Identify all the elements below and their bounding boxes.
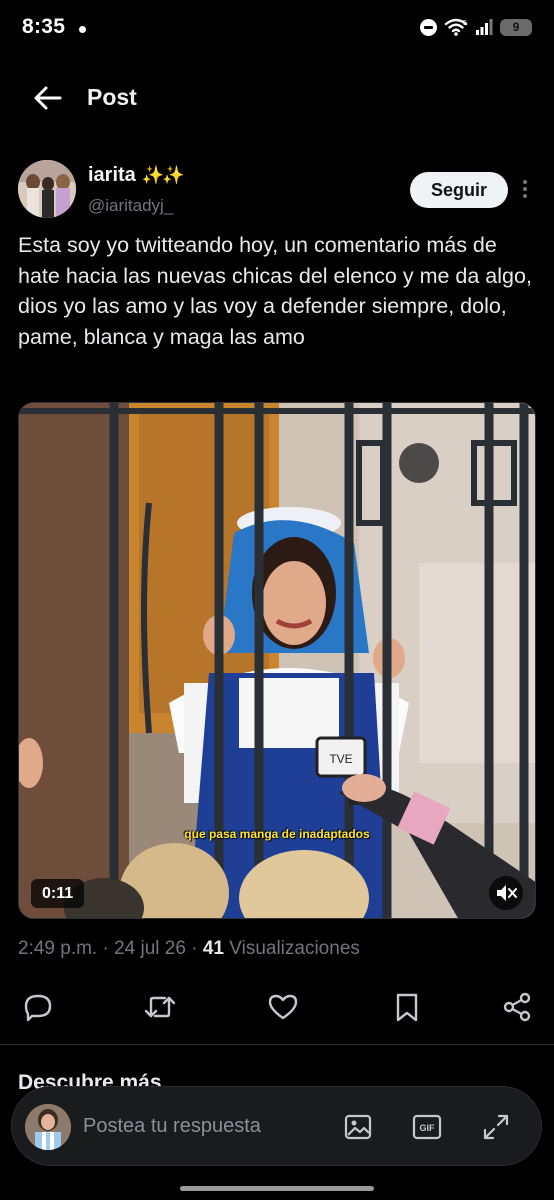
- post-actions: [0, 986, 554, 1028]
- arrow-left-icon: [34, 86, 62, 110]
- divider: [0, 1044, 554, 1045]
- post-text: Esta soy yo twitteando hoy, un comentari…: [18, 233, 532, 349]
- author-name-row[interactable]: iarita ✨✨: [88, 164, 185, 187]
- svg-text:5: 5: [463, 20, 467, 27]
- share-button[interactable]: [501, 990, 535, 1024]
- mute-button[interactable]: [489, 876, 523, 910]
- page-title: Post: [87, 84, 137, 110]
- reply-button[interactable]: [21, 990, 55, 1024]
- author-handle[interactable]: @iaritadyj_: [88, 196, 173, 216]
- meta-separator: ·: [191, 938, 198, 959]
- add-image-button[interactable]: [342, 1111, 374, 1143]
- views-count: 41: [202, 938, 224, 959]
- avatar-image: [18, 160, 76, 218]
- repost-button[interactable]: [142, 990, 176, 1024]
- wifi-icon: 5: [444, 18, 468, 36]
- notification-dot: [79, 26, 86, 33]
- more-options-icon[interactable]: [515, 178, 535, 204]
- bookmark-icon: [396, 993, 418, 1022]
- user-avatar-image: [25, 1104, 71, 1150]
- post-time: 2:49 p.m.: [18, 938, 98, 959]
- svg-text:GIF: GIF: [420, 1123, 436, 1133]
- status-icons: 5 9: [420, 17, 532, 37]
- image-icon: [344, 1114, 372, 1140]
- add-gif-button[interactable]: GIF: [411, 1111, 443, 1143]
- status-time: 8:35: [22, 15, 66, 38]
- reply-icon: [24, 994, 52, 1022]
- video-frame: TVE: [19, 403, 535, 918]
- mic-logo: TVE: [329, 752, 352, 766]
- post-header: iarita ✨✨ @iaritadyj_ Seguir: [0, 158, 554, 228]
- home-indicator[interactable]: [180, 1186, 374, 1191]
- sparkles-emoji: ✨✨: [141, 165, 185, 185]
- follow-button[interactable]: Seguir: [410, 172, 508, 208]
- expand-composer-button[interactable]: [480, 1111, 512, 1143]
- post-meta: 2:49 p.m. · 24 jul 26 · 41 Visualizacion…: [18, 938, 360, 960]
- post-date: 24 jul 26: [114, 938, 186, 959]
- volume-muted-icon: [497, 885, 517, 901]
- reply-input[interactable]: Postea tu respuesta: [83, 1115, 261, 1138]
- video-player[interactable]: TVE que pasa manga de inadaptados 0:11: [18, 402, 536, 919]
- share-icon: [503, 992, 531, 1022]
- gif-icon: GIF: [412, 1114, 442, 1140]
- user-avatar: [25, 1104, 71, 1150]
- author-display-name: iarita: [88, 164, 136, 186]
- repost-icon: [144, 996, 176, 1018]
- views-label[interactable]: Visualizaciones: [229, 938, 360, 959]
- author-avatar[interactable]: [18, 160, 76, 218]
- video-duration: 0:11: [31, 879, 85, 908]
- status-bar: 8:35 5 9: [0, 0, 554, 58]
- top-header: Post: [0, 58, 554, 138]
- reply-composer[interactable]: Postea tu respuesta GIF: [11, 1086, 542, 1166]
- bookmark-button[interactable]: [390, 990, 424, 1024]
- battery-icon: 9: [500, 18, 532, 36]
- like-button[interactable]: [266, 990, 300, 1024]
- do-not-disturb-icon: [420, 18, 437, 36]
- signal-icon: [476, 19, 493, 35]
- video-subtitle: que pasa manga de inadaptados: [184, 827, 370, 841]
- back-button[interactable]: [28, 80, 68, 116]
- like-icon: [268, 994, 298, 1020]
- meta-separator: ·: [102, 938, 109, 959]
- expand-icon: [483, 1114, 509, 1140]
